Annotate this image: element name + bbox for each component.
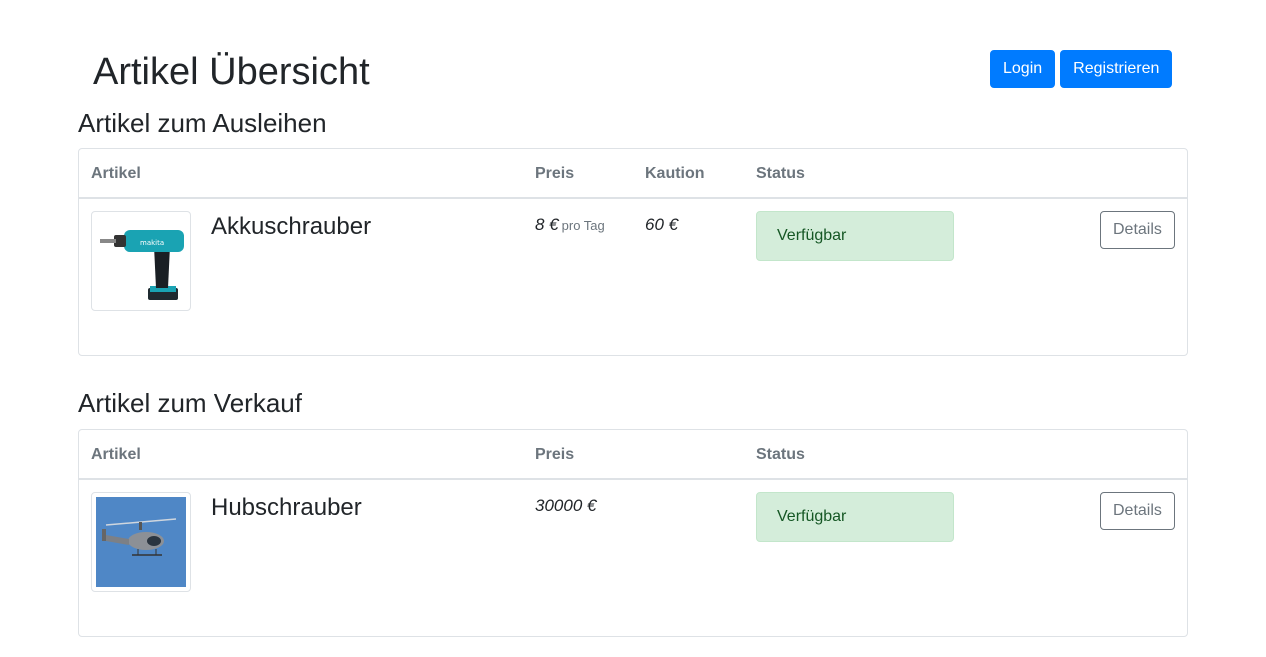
item-price: 30000 €: [535, 496, 597, 515]
column-header-status: Status: [756, 165, 805, 182]
column-header-kaution: Kaution: [645, 165, 705, 182]
column-header-preis: Preis: [535, 165, 575, 182]
column-header-artikel: Artikel: [91, 165, 141, 182]
item-price: 8 € pro Tag: [535, 215, 605, 234]
status-badge: Verfügbar: [756, 492, 954, 542]
price-unit: pro Tag: [561, 218, 605, 233]
drill-image: makita: [91, 211, 191, 311]
register-button[interactable]: Registrieren: [1060, 50, 1173, 88]
table-header: Artikel Preis Status: [79, 430, 1187, 480]
helicopter-image: [91, 492, 191, 592]
details-button[interactable]: Details: [1100, 211, 1175, 249]
sale-table: Artikel Preis Status Hubschrauber 30000 …: [78, 429, 1188, 637]
login-button[interactable]: Login: [990, 50, 1056, 88]
item-name: Akkuschrauber: [211, 213, 372, 240]
page-title: Artikel Übersicht: [93, 51, 370, 93]
svg-text:makita: makita: [140, 239, 164, 247]
details-button[interactable]: Details: [1100, 492, 1175, 530]
rent-section-title: Artikel zum Ausleihen: [78, 108, 327, 138]
rent-table: Artikel Preis Kaution Status makita Akku…: [78, 148, 1188, 356]
status-badge: Verfügbar: [756, 211, 954, 261]
sale-section-title: Artikel zum Verkauf: [78, 388, 302, 418]
column-header-artikel: Artikel: [91, 446, 141, 463]
column-header-preis: Preis: [535, 446, 575, 463]
column-header-status: Status: [756, 446, 805, 463]
auth-buttons: Login Registrieren: [990, 50, 1173, 88]
table-header: Artikel Preis Kaution Status: [79, 149, 1187, 199]
item-deposit: 60 €: [645, 215, 679, 234]
item-name: Hubschrauber: [211, 494, 362, 521]
